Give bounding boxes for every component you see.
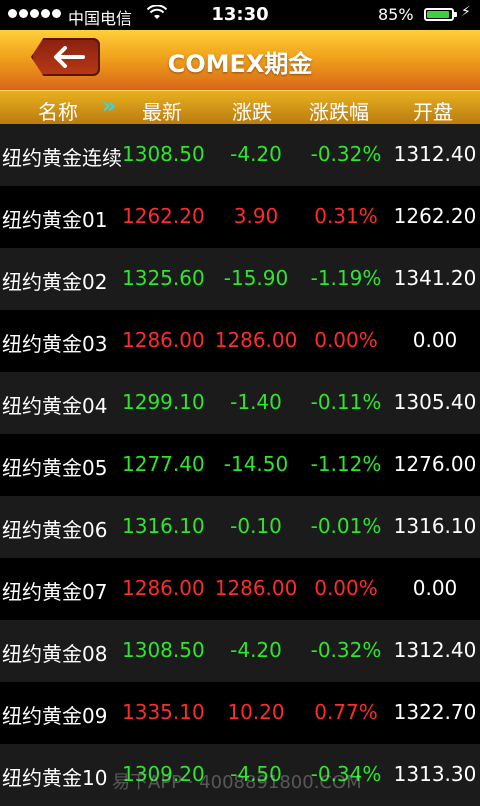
quote-latest: 1308.50 — [122, 142, 205, 166]
quote-row[interactable]: 纽约黄金01 1262.20 3.90 0.31% 1262.20 — [0, 186, 480, 248]
quote-change: 1286.00 — [214, 328, 298, 352]
quote-open: 1341.20 — [393, 266, 477, 290]
quote-change-pct: -0.32% — [310, 638, 382, 662]
column-change[interactable]: 涨跌 — [232, 96, 272, 125]
quote-open: 1312.40 — [393, 142, 477, 166]
quote-change: -0.10 — [230, 514, 282, 538]
quote-name: 纽约黄金03 — [2, 332, 108, 356]
quote-row[interactable]: 纽约黄金09 1335.10 10.20 0.77% 1322.70 — [0, 682, 480, 744]
column-open[interactable]: 开盘 — [413, 96, 453, 125]
charging-icon: ⚡ — [461, 4, 471, 20]
column-name[interactable]: 名称 — [38, 96, 78, 125]
quote-change: -1.40 — [230, 390, 282, 414]
quote-change: 1286.00 — [214, 576, 298, 600]
quote-latest: 1277.40 — [122, 452, 205, 476]
quote-name: 纽约黄金10 — [2, 766, 108, 790]
quote-change: -15.90 — [223, 266, 289, 290]
quote-list: 纽约黄金连续 1308.50 -4.20 -0.32% 1312.40 纽约黄金01 12… — [0, 124, 480, 806]
quote-change-pct: 0.00% — [314, 576, 378, 600]
nav-header: COMEX期金 — [0, 30, 480, 90]
quote-change-pct: 0.00% — [314, 328, 378, 352]
quote-change-pct: -0.01% — [310, 514, 382, 538]
quote-open: 0.00 — [412, 576, 458, 600]
quote-row[interactable]: 纽约黄金03 1286.00 1286.00 0.00% 0.00 — [0, 310, 480, 372]
column-latest[interactable]: 最新 — [142, 96, 182, 125]
quote-change: 3.90 — [233, 204, 279, 228]
quote-latest: 1286.00 — [122, 328, 205, 352]
quote-open: 1262.20 — [393, 204, 477, 228]
quote-latest: 1325.60 — [122, 266, 205, 290]
quote-change: -4.20 — [230, 142, 282, 166]
battery-percent: 85% — [378, 5, 414, 24]
quote-change-pct: -1.19% — [310, 266, 382, 290]
quote-latest: 1286.00 — [122, 576, 205, 600]
quote-change: -4.20 — [230, 638, 282, 662]
quote-row[interactable]: 纽约黄金02 1325.60 -15.90 -1.19% 1341.20 — [0, 248, 480, 310]
page-title: COMEX期金 — [167, 50, 313, 78]
quote-change-pct: -1.12% — [310, 452, 382, 476]
battery-icon — [424, 8, 457, 21]
quote-latest: 1308.50 — [122, 638, 205, 662]
quote-name: 纽约黄金连续 — [2, 146, 122, 170]
quote-name: 纽约黄金02 — [2, 270, 108, 294]
quote-change-pct: -0.11% — [310, 390, 382, 414]
quote-latest: 1316.10 — [122, 514, 205, 538]
quote-row[interactable]: 纽约黄金08 1308.50 -4.20 -0.32% 1312.40 — [0, 620, 480, 682]
quote-change: 10.20 — [227, 700, 285, 724]
quote-change-pct: 0.31% — [314, 204, 378, 228]
quote-latest: 1335.10 — [122, 700, 205, 724]
quote-row[interactable]: 纽约黄金05 1277.40 -14.50 -1.12% 1276.00 — [0, 434, 480, 496]
quote-name: 纽约黄金07 — [2, 580, 108, 604]
quote-name: 纽约黄金09 — [2, 704, 108, 728]
quote-open: 0.00 — [412, 328, 458, 352]
quote-open: 1312.40 — [393, 638, 477, 662]
quote-change: -14.50 — [223, 452, 289, 476]
quote-open: 1316.10 — [393, 514, 477, 538]
quote-open: 1305.40 — [393, 390, 477, 414]
quote-change-pct: 0.77% — [314, 700, 378, 724]
quote-name: 纽约黄金06 — [2, 518, 108, 542]
quote-latest: 1299.10 — [122, 390, 205, 414]
status-bar: 中国电信 13:30 85% ⚡ — [0, 0, 480, 30]
double-chevron-right-icon[interactable]: » — [102, 94, 116, 119]
watermark: 易下APP · 4008891800.COM — [112, 772, 362, 793]
quote-open: 1322.70 — [393, 700, 477, 724]
quote-open: 1313.30 — [393, 762, 477, 786]
quote-row[interactable]: 纽约黄金07 1286.00 1286.00 0.00% 0.00 — [0, 558, 480, 620]
quote-name: 纽约黄金01 — [2, 208, 108, 232]
quote-change-pct: -0.32% — [310, 142, 382, 166]
column-header-row: 名称 » 最新 涨跌 涨跌幅 开盘 — [0, 90, 480, 125]
quote-row[interactable]: 纽约黄金04 1299.10 -1.40 -0.11% 1305.40 — [0, 372, 480, 434]
quote-name: 纽约黄金05 — [2, 456, 108, 480]
quote-latest: 1262.20 — [122, 204, 205, 228]
column-change-pct[interactable]: 涨跌幅 — [309, 96, 369, 125]
quote-row[interactable]: 纽约黄金06 1316.10 -0.10 -0.01% 1316.10 — [0, 496, 480, 558]
quote-open: 1276.00 — [393, 452, 477, 476]
quote-name: 纽约黄金04 — [2, 394, 108, 418]
quote-row[interactable]: 纽约黄金连续 1308.50 -4.20 -0.32% 1312.40 — [0, 124, 480, 186]
quote-name: 纽约黄金08 — [2, 642, 108, 666]
